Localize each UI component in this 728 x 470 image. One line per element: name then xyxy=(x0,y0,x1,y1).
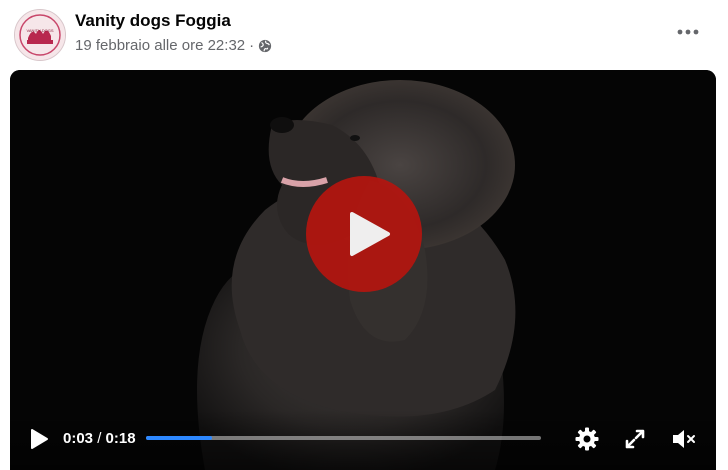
duration: 0:18 xyxy=(105,430,136,447)
time-display: 0:03 / 0:18 xyxy=(63,430,136,447)
play-triangle-icon xyxy=(350,212,390,256)
big-play-button[interactable] xyxy=(306,176,422,292)
volume-muted-icon xyxy=(673,430,695,448)
fullscreen-button[interactable] xyxy=(622,426,648,452)
post-header: VANITY DOGS Vanity dogs Foggia 19 febbra… xyxy=(0,0,728,70)
post-meta: 19 febbraio alle ore 22:32 · xyxy=(75,37,272,54)
svg-text:VANITY DOGS: VANITY DOGS xyxy=(27,28,54,33)
meta-separator: · xyxy=(249,37,255,54)
avatar-logo-icon: VANITY DOGS xyxy=(15,10,65,60)
post-date-link[interactable]: 19 febbraio alle ore 22:32 xyxy=(75,37,245,54)
page-name-link[interactable]: Vanity dogs Foggia xyxy=(75,11,231,31)
video-controls-bar: 0:03 / 0:18 xyxy=(10,410,716,470)
settings-gear-icon xyxy=(575,427,599,451)
progress-bar[interactable] xyxy=(146,436,541,440)
play-icon[interactable] xyxy=(28,427,50,451)
fullscreen-icon xyxy=(625,429,645,449)
current-time: 0:03 xyxy=(63,430,94,447)
more-dots-icon xyxy=(677,29,699,35)
more-options-button[interactable] xyxy=(668,15,708,49)
settings-button[interactable] xyxy=(574,426,600,452)
video-player[interactable]: 0:03 / 0:18 xyxy=(10,70,716,470)
mute-button[interactable] xyxy=(670,426,696,452)
time-separator: / xyxy=(97,430,106,447)
globe-icon[interactable] xyxy=(258,39,272,53)
page-avatar[interactable]: VANITY DOGS xyxy=(14,9,66,61)
progress-fill xyxy=(146,436,212,440)
